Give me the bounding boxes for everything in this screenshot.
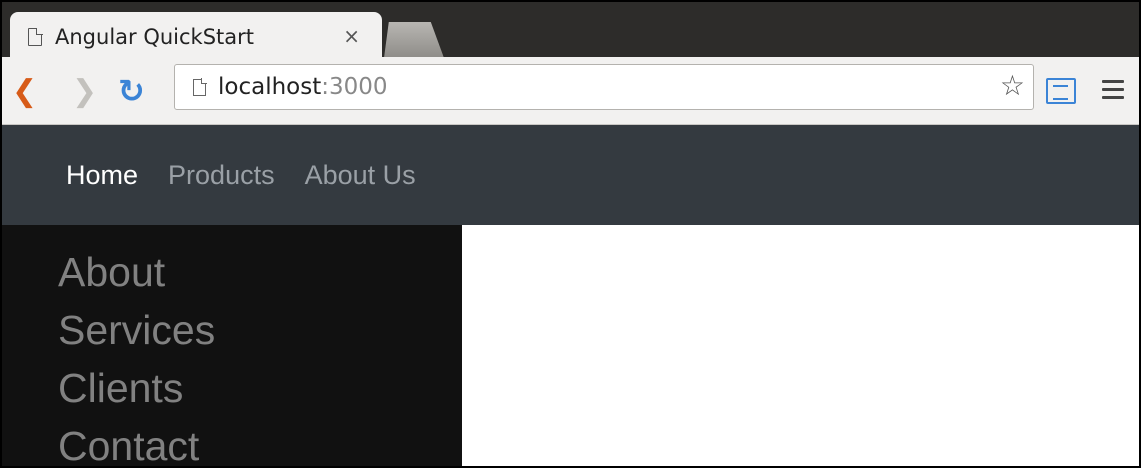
page-icon xyxy=(193,78,207,96)
tab-title: Angular QuickStart xyxy=(55,25,255,49)
nav-link-home[interactable]: Home xyxy=(66,160,138,191)
close-icon[interactable]: × xyxy=(343,24,360,48)
reload-icon[interactable]: ↻ xyxy=(118,75,145,107)
star-icon[interactable]: ☆ xyxy=(1000,72,1025,100)
sidebar-link-clients[interactable]: Clients xyxy=(58,359,462,417)
page-icon xyxy=(28,27,43,46)
browser-tab[interactable]: Angular QuickStart × xyxy=(10,12,382,62)
browser-toolbar: ❮ ❯ ↻ localhost:3000 ☆ xyxy=(2,57,1139,125)
browser-tab-strip: Angular QuickStart × xyxy=(2,2,1139,62)
sidebar-link-about[interactable]: About xyxy=(58,243,462,301)
app-navbar: Home Products About Us xyxy=(2,125,1139,225)
address-bar[interactable]: localhost:3000 ☆ xyxy=(174,64,1034,110)
sidebar-link-services[interactable]: Services xyxy=(58,301,462,359)
screenshot-frame: Angular QuickStart × ❮ ❯ ↻ localhost:300… xyxy=(0,0,1141,468)
nav-link-products[interactable]: Products xyxy=(168,160,275,191)
new-tab-button[interactable] xyxy=(384,22,444,58)
back-icon[interactable]: ❮ xyxy=(12,77,37,107)
nav-link-about-us[interactable]: About Us xyxy=(305,160,416,191)
sidebar-link-contact[interactable]: Contact xyxy=(58,417,462,466)
sidebar: About Services Clients Contact xyxy=(2,225,462,466)
cast-icon[interactable] xyxy=(1046,78,1076,104)
url-host: localhost xyxy=(218,74,322,100)
menu-icon[interactable] xyxy=(1102,80,1124,100)
forward-icon[interactable]: ❯ xyxy=(72,77,97,107)
main-content xyxy=(462,225,1139,466)
url-port: :3000 xyxy=(321,74,388,100)
